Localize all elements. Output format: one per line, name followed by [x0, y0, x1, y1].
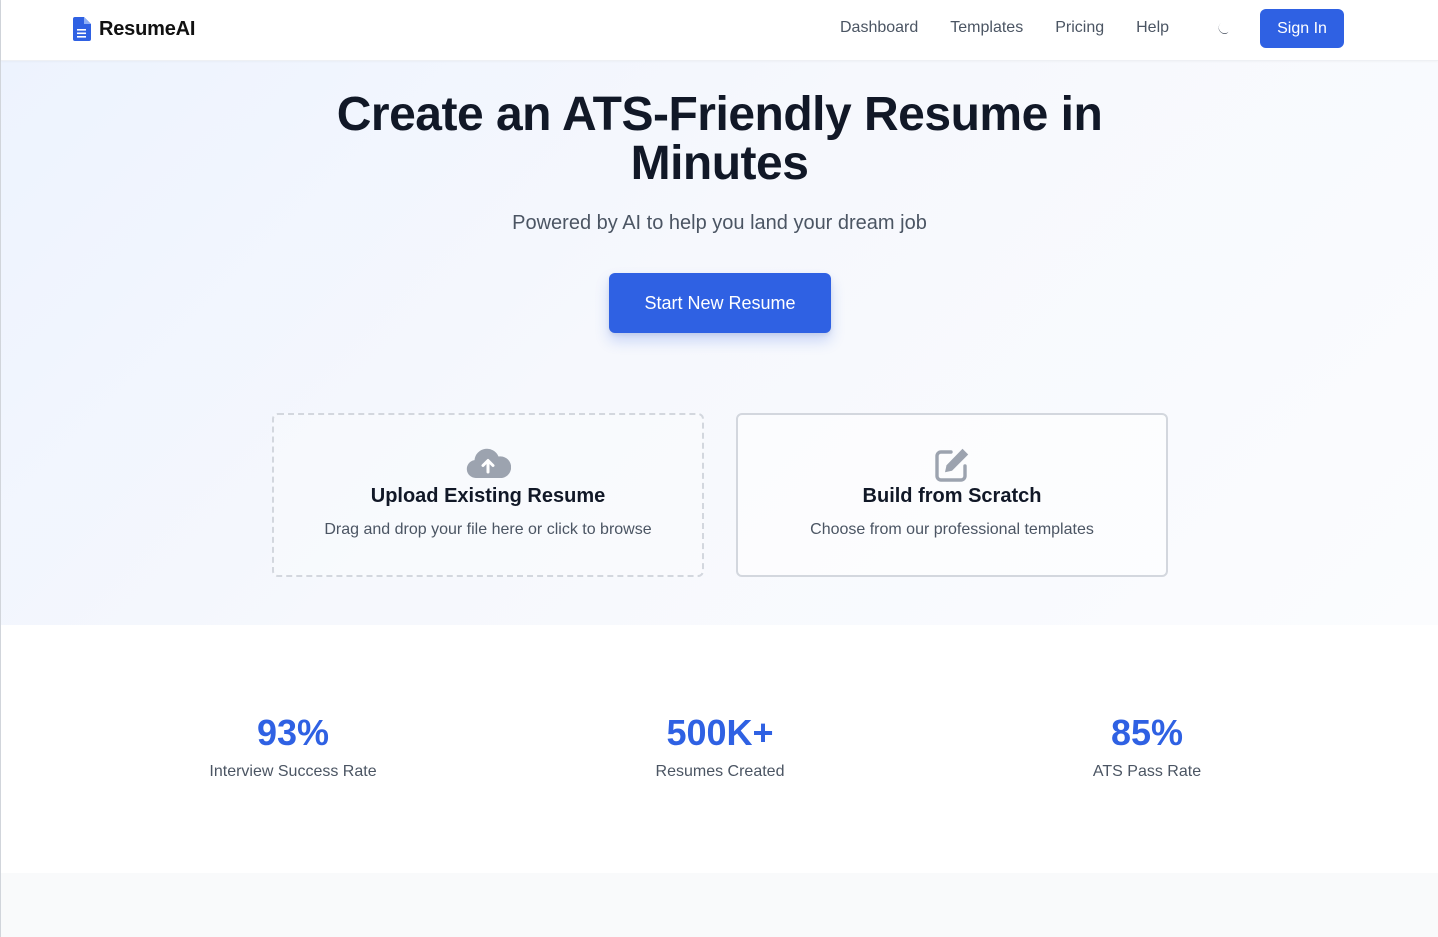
stat-value: 500K+: [666, 712, 774, 753]
start-new-resume-button[interactable]: Start New Resume: [609, 273, 831, 333]
hero-subtitle: Powered by AI to help you land your drea…: [512, 212, 927, 234]
stats-section: 93% Interview Success Rate 500K+ Resumes…: [1, 625, 1438, 873]
stat-value: 85%: [1110, 712, 1184, 753]
brand-name: ResumeAI: [99, 17, 196, 40]
upload-card-title: Upload Existing Resume: [370, 485, 606, 507]
build-from-scratch-card[interactable]: Build from Scratch Choose from our profe…: [736, 413, 1168, 577]
stat-value: 93%: [256, 712, 330, 753]
top-nav-bar: ResumeAI Dashboard Templates Pricing Hel…: [1, 0, 1438, 61]
build-card-title: Build from Scratch: [862, 485, 1042, 507]
main-nav: Dashboard Templates Pricing Help: [840, 17, 1201, 39]
hero-section: Create an ATS-Friendly Resume in Minutes…: [1, 61, 1438, 625]
upload-resume-card[interactable]: Upload Existing Resume Drag and drop you…: [272, 413, 704, 577]
edit-icon: [935, 448, 969, 482]
cloud-upload-icon: [466, 448, 511, 479]
sign-in-button[interactable]: Sign In: [1260, 9, 1344, 48]
stat-label: Interview Success Rate: [209, 763, 377, 780]
stat-resumes-created: 500K+ Resumes Created: [590, 713, 850, 781]
stat-ats-pass-rate: 85% ATS Pass Rate: [1017, 713, 1277, 781]
hero-title: Create an ATS-Friendly Resume in Minutes: [336, 88, 1103, 190]
nav-templates[interactable]: Templates: [950, 17, 1023, 39]
document-icon: [73, 17, 91, 41]
brand-logo[interactable]: ResumeAI: [73, 16, 195, 42]
nav-pricing[interactable]: Pricing: [1055, 17, 1104, 39]
next-section-band: [1, 873, 1438, 937]
stat-label: ATS Pass Rate: [1092, 763, 1202, 780]
build-card-description: Choose from our professional templates: [810, 521, 1094, 538]
nav-help[interactable]: Help: [1136, 17, 1169, 39]
theme-toggle-button[interactable]: [1213, 19, 1233, 39]
stat-interview-success: 93% Interview Success Rate: [163, 713, 423, 781]
nav-dashboard[interactable]: Dashboard: [840, 17, 918, 39]
upload-card-description: Drag and drop your file here or click to…: [324, 521, 652, 538]
stat-label: Resumes Created: [655, 763, 785, 780]
moon-icon: [1218, 23, 1229, 34]
